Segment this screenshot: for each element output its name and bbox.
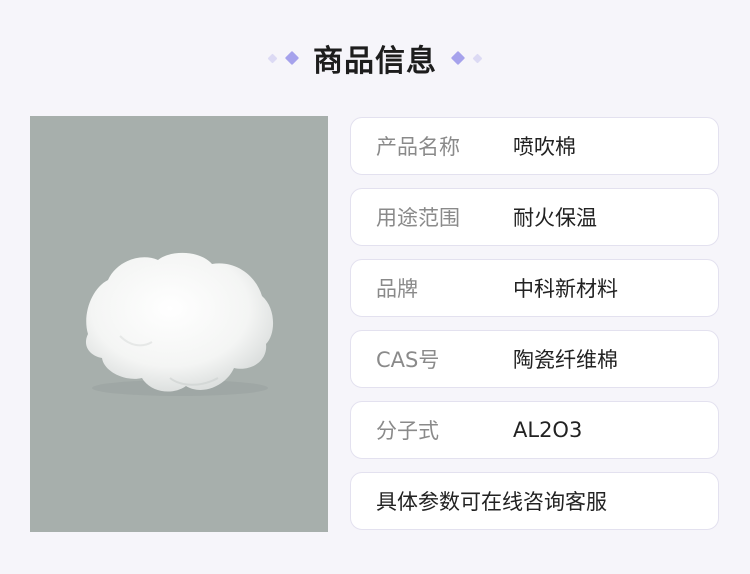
spec-row-brand: 品牌 中科新材料 <box>350 259 719 317</box>
diamond-small-icon <box>267 53 278 63</box>
title-decoration-left <box>267 50 300 66</box>
product-image <box>30 116 328 532</box>
cotton-icon <box>85 252 274 396</box>
spec-value: 喷吹棉 <box>513 135 576 159</box>
spec-value: 陶瓷纤维棉 <box>513 348 618 372</box>
spec-value: 耐火保温 <box>513 206 597 230</box>
diamond-icon <box>450 50 466 66</box>
spec-row-formula: 分子式 AL2O3 <box>350 401 719 459</box>
spec-row-usage: 用途范围 耐火保温 <box>350 188 719 246</box>
spec-row-cas: CAS号 陶瓷纤维棉 <box>350 330 719 388</box>
spec-label: 品牌 <box>376 277 418 301</box>
spec-value: AL2O3 <box>513 418 583 442</box>
spec-label: 产品名称 <box>376 135 460 159</box>
title-decoration-right <box>450 50 483 66</box>
spec-list: 产品名称 喷吹棉 用途范围 耐火保温 品牌 中科新材料 CAS号 陶瓷纤维棉 分… <box>350 117 719 530</box>
spec-row-product-name: 产品名称 喷吹棉 <box>350 117 719 175</box>
consult-note: 具体参数可在线咨询客服 <box>350 472 719 530</box>
spec-label: 用途范围 <box>376 206 460 230</box>
spec-value: 中科新材料 <box>513 277 618 301</box>
diamond-small-icon <box>472 53 483 63</box>
section-header: 商品信息 <box>0 36 750 80</box>
diamond-icon <box>284 50 300 66</box>
section-title: 商品信息 <box>313 44 437 79</box>
spec-label: 分子式 <box>376 419 439 443</box>
spec-label: CAS号 <box>376 348 440 372</box>
